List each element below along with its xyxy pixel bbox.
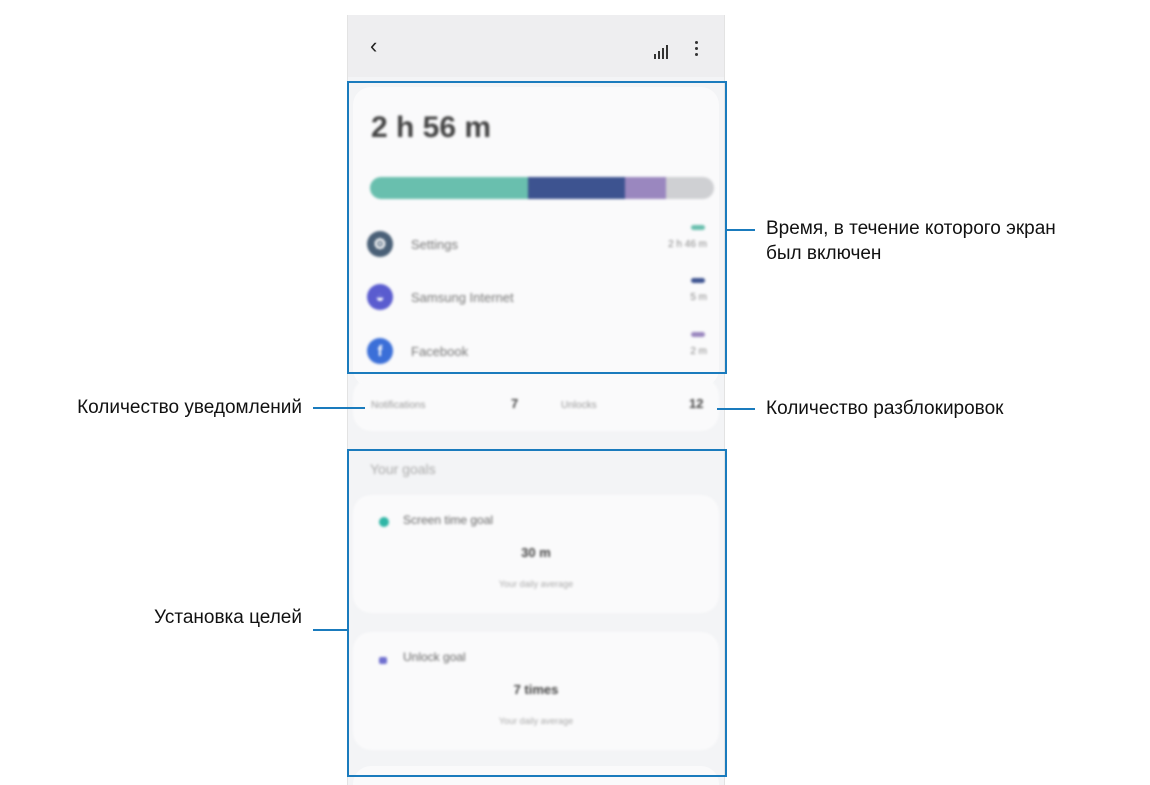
callout-line: был включен: [766, 243, 882, 264]
top-app-bar: ‹: [348, 15, 724, 77]
callout-goals: Установка целей: [154, 607, 302, 628]
bar-chart-icon[interactable]: [654, 45, 670, 59]
pointer-line: [313, 629, 349, 631]
notifications-label: Notifications: [371, 400, 426, 411]
stats-card[interactable]: Notifications 7 Unlocks 12: [353, 378, 719, 431]
more-vertical-icon[interactable]: [695, 41, 699, 57]
pointer-line: [313, 407, 365, 409]
callout-line: Время, в течение которого экран: [766, 218, 1056, 239]
unlocks-label: Unlocks: [561, 400, 597, 411]
callout-unlocks: Количество разблокировок: [766, 398, 1004, 419]
screen-time-highlight: [347, 81, 727, 374]
goals-highlight: [347, 449, 727, 777]
unlocks-value: 12: [689, 396, 704, 411]
pointer-line: [717, 408, 755, 410]
back-button[interactable]: ‹: [370, 33, 377, 59]
notifications-value: 7: [511, 396, 519, 411]
callout-screen-time: Время, в течение которого экран был вклю…: [766, 216, 1056, 266]
callout-notifications: Количество уведомлений: [77, 397, 302, 418]
pointer-line: [727, 229, 755, 231]
